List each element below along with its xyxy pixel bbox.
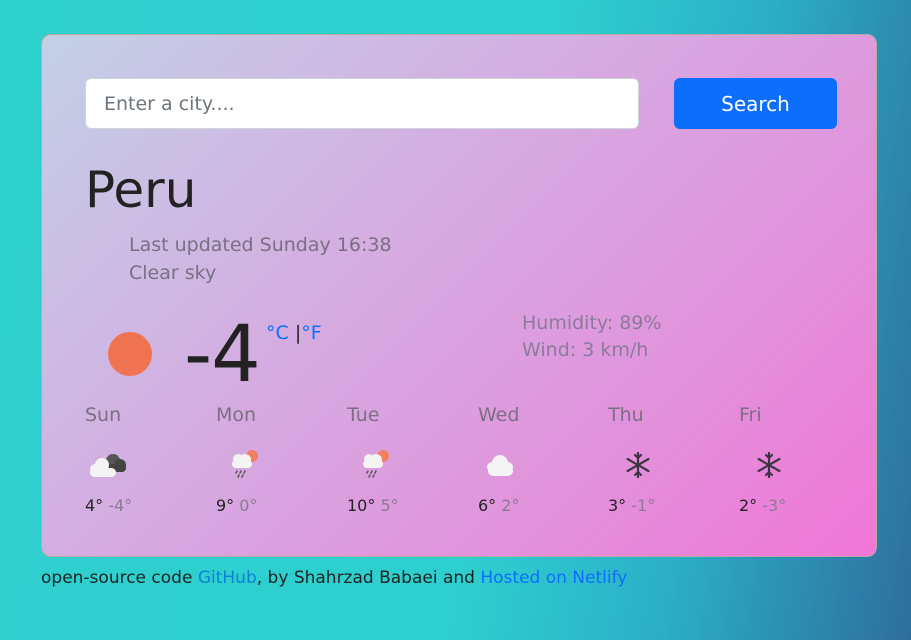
forecast-max-temp: 4° — [85, 496, 104, 515]
forecast-temps: 2° -3° — [739, 495, 849, 517]
rain-sun-icon — [363, 450, 389, 478]
weather-card: Search Peru Last updated Sunday 16:38 Cl… — [41, 34, 877, 557]
forecast-max-temp: 3° — [608, 496, 627, 515]
weather-stats: Humidity: 89% Wind: 3 km/h — [522, 310, 661, 364]
forecast-min-temp: 0° — [239, 496, 258, 515]
weather-meta: Last updated Sunday 16:38 Clear sky — [129, 231, 392, 287]
forecast-day-name: Wed — [478, 404, 520, 426]
forecast-min-temp: -3° — [762, 496, 787, 515]
forecast-min-temp: -4° — [108, 496, 133, 515]
forecast-day-name: Sun — [85, 404, 122, 426]
forecast-day-name: Mon — [216, 404, 257, 426]
forecast-max-temp: 9° — [216, 496, 235, 515]
forecast-day: Tue 10° 5° — [347, 401, 457, 517]
celsius-link[interactable]: °C — [266, 322, 289, 344]
footer-text: open-source code — [41, 568, 198, 588]
forecast-temps: 4° -4° — [85, 495, 195, 517]
rain-sun-icon — [232, 450, 258, 478]
forecast-day: Thu 3° -1° — [608, 401, 718, 517]
forecast-temps: 10° 5° — [347, 495, 457, 517]
unit-toggle: °C |°F — [266, 322, 322, 344]
forecast-max-temp: 10° — [347, 496, 376, 515]
forecast-temps: 9° 0° — [216, 495, 326, 517]
footer-text: , by Shahrzad Babaei and — [256, 568, 481, 588]
weather-description: Clear sky — [129, 262, 217, 284]
forecast-temps: 3° -1° — [608, 495, 718, 517]
forecast-day-name: Fri — [739, 404, 762, 426]
snowflake-icon — [757, 451, 781, 479]
forecast-temps: 6° 2° — [478, 495, 588, 517]
forecast-day: Fri 2° -3° — [739, 401, 849, 517]
forecast-day: Wed 6° 2° — [478, 401, 588, 517]
footer: open-source code GitHub, by Shahrzad Bab… — [41, 566, 627, 590]
current-temperature: -4 — [184, 310, 261, 400]
dark-cloud-icon — [90, 454, 126, 477]
sun-icon — [108, 332, 152, 376]
wind-text: Wind: 3 km/h — [522, 339, 649, 361]
forecast-min-temp: 2° — [501, 496, 520, 515]
forecast-day: Sun 4° -4° — [85, 401, 195, 517]
city-name: Peru — [85, 161, 197, 219]
netlify-link[interactable]: Hosted on Netlify — [480, 568, 627, 588]
humidity-text: Humidity: 89% — [522, 312, 662, 334]
snowflake-icon — [626, 451, 650, 479]
search-button[interactable]: Search — [674, 78, 837, 129]
forecast-max-temp: 6° — [478, 496, 497, 515]
forecast-min-temp: -1° — [631, 496, 656, 515]
forecast-min-temp: 5° — [380, 496, 399, 515]
forecast-day-name: Tue — [347, 404, 380, 426]
github-link[interactable]: GitHub — [198, 568, 257, 588]
last-updated-text: Last updated Sunday 16:38 — [129, 234, 392, 256]
cloud-icon — [487, 455, 513, 476]
city-search-input[interactable] — [85, 78, 639, 129]
forecast-day: Mon 9° 0° — [216, 401, 326, 517]
fahrenheit-link[interactable]: °F — [301, 322, 321, 344]
forecast-max-temp: 2° — [739, 496, 758, 515]
forecast-day-name: Thu — [608, 404, 644, 426]
